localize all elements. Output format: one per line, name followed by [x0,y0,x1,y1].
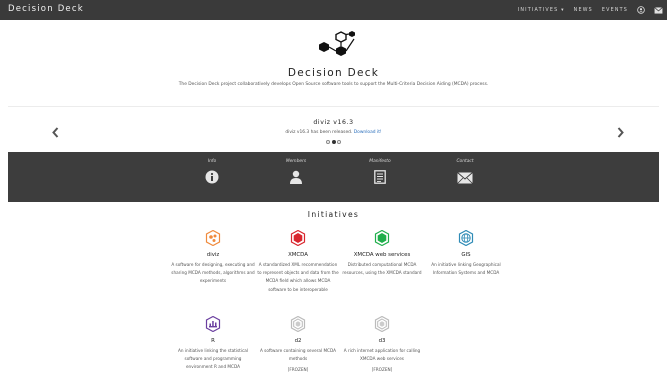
nav-links: INITIATIVES ▾ NEWS EVENTS [509,0,663,20]
initiative-r[interactable]: R An initiative linking the statistical … [171,315,255,372]
download-link[interactable]: Download it! [354,130,382,135]
initiative-xmcda[interactable]: XMCDA A standardized XML recommendation … [256,229,340,294]
diviz-hexagon-icon [171,229,255,250]
divider [8,106,659,107]
frozen-label: [FROZEN] [287,367,309,373]
initiative-d3[interactable]: d3 A rich internet application for calli… [340,315,424,373]
r-hexagon-icon [171,315,255,336]
info-band: Info Members Manifesto Contact [8,152,659,202]
initiative-diviz[interactable]: diviz A software for designing, executin… [171,229,255,286]
nav-events[interactable]: EVENTS [602,8,628,13]
carousel-dot[interactable] [337,140,341,144]
carousel-indicators [0,140,667,144]
initiative-d2[interactable]: d2 A software containing several MCDA me… [256,315,340,373]
document-icon [350,169,410,188]
band-item-info[interactable]: Info [182,159,242,188]
frozen-label: [FROZEN] [371,367,393,373]
band-item-members[interactable]: Members [266,159,326,188]
envelope-icon [435,169,495,188]
envelope-icon[interactable] [654,6,663,14]
web-services-hexagon-icon [340,229,424,250]
carousel-dot-active[interactable] [331,140,336,144]
band-item-manifesto[interactable]: Manifesto [350,159,410,188]
user-circle-icon[interactable] [637,6,645,14]
page-title: Decision Deck [287,67,380,79]
band-item-contact[interactable]: Contact [435,159,495,188]
d3-hexagon-icon [340,315,424,336]
carousel-next-icon[interactable] [617,123,624,142]
brand-link[interactable]: Decision Deck [8,4,84,14]
initiatives-title: Initiatives [307,210,360,219]
carousel-title: diviz v16.3 [313,119,354,126]
xmcda-hexagon-icon [256,229,340,250]
carousel-text: diviz v16.3 has been released. Download … [285,130,382,135]
person-icon [266,169,326,188]
carousel-dot[interactable] [326,140,330,144]
initiative-xmcda-web-services[interactable]: XMCDA web services Distributed computati… [340,229,424,277]
info-circle-icon [182,169,242,188]
nav-initiatives-dropdown[interactable]: INITIATIVES ▾ [518,8,565,13]
globe-hexagon-icon [424,229,508,250]
initiative-gis[interactable]: GIS An initiative linking Geographical I… [424,229,508,277]
nav-news[interactable]: NEWS [574,8,593,13]
tagline: The Decision Deck project collaborativel… [178,82,489,87]
top-navbar: Decision Deck INITIATIVES ▾ NEWS EVENTS [0,0,667,20]
decision-deck-logo [311,30,357,62]
d2-hexagon-icon [256,315,340,336]
